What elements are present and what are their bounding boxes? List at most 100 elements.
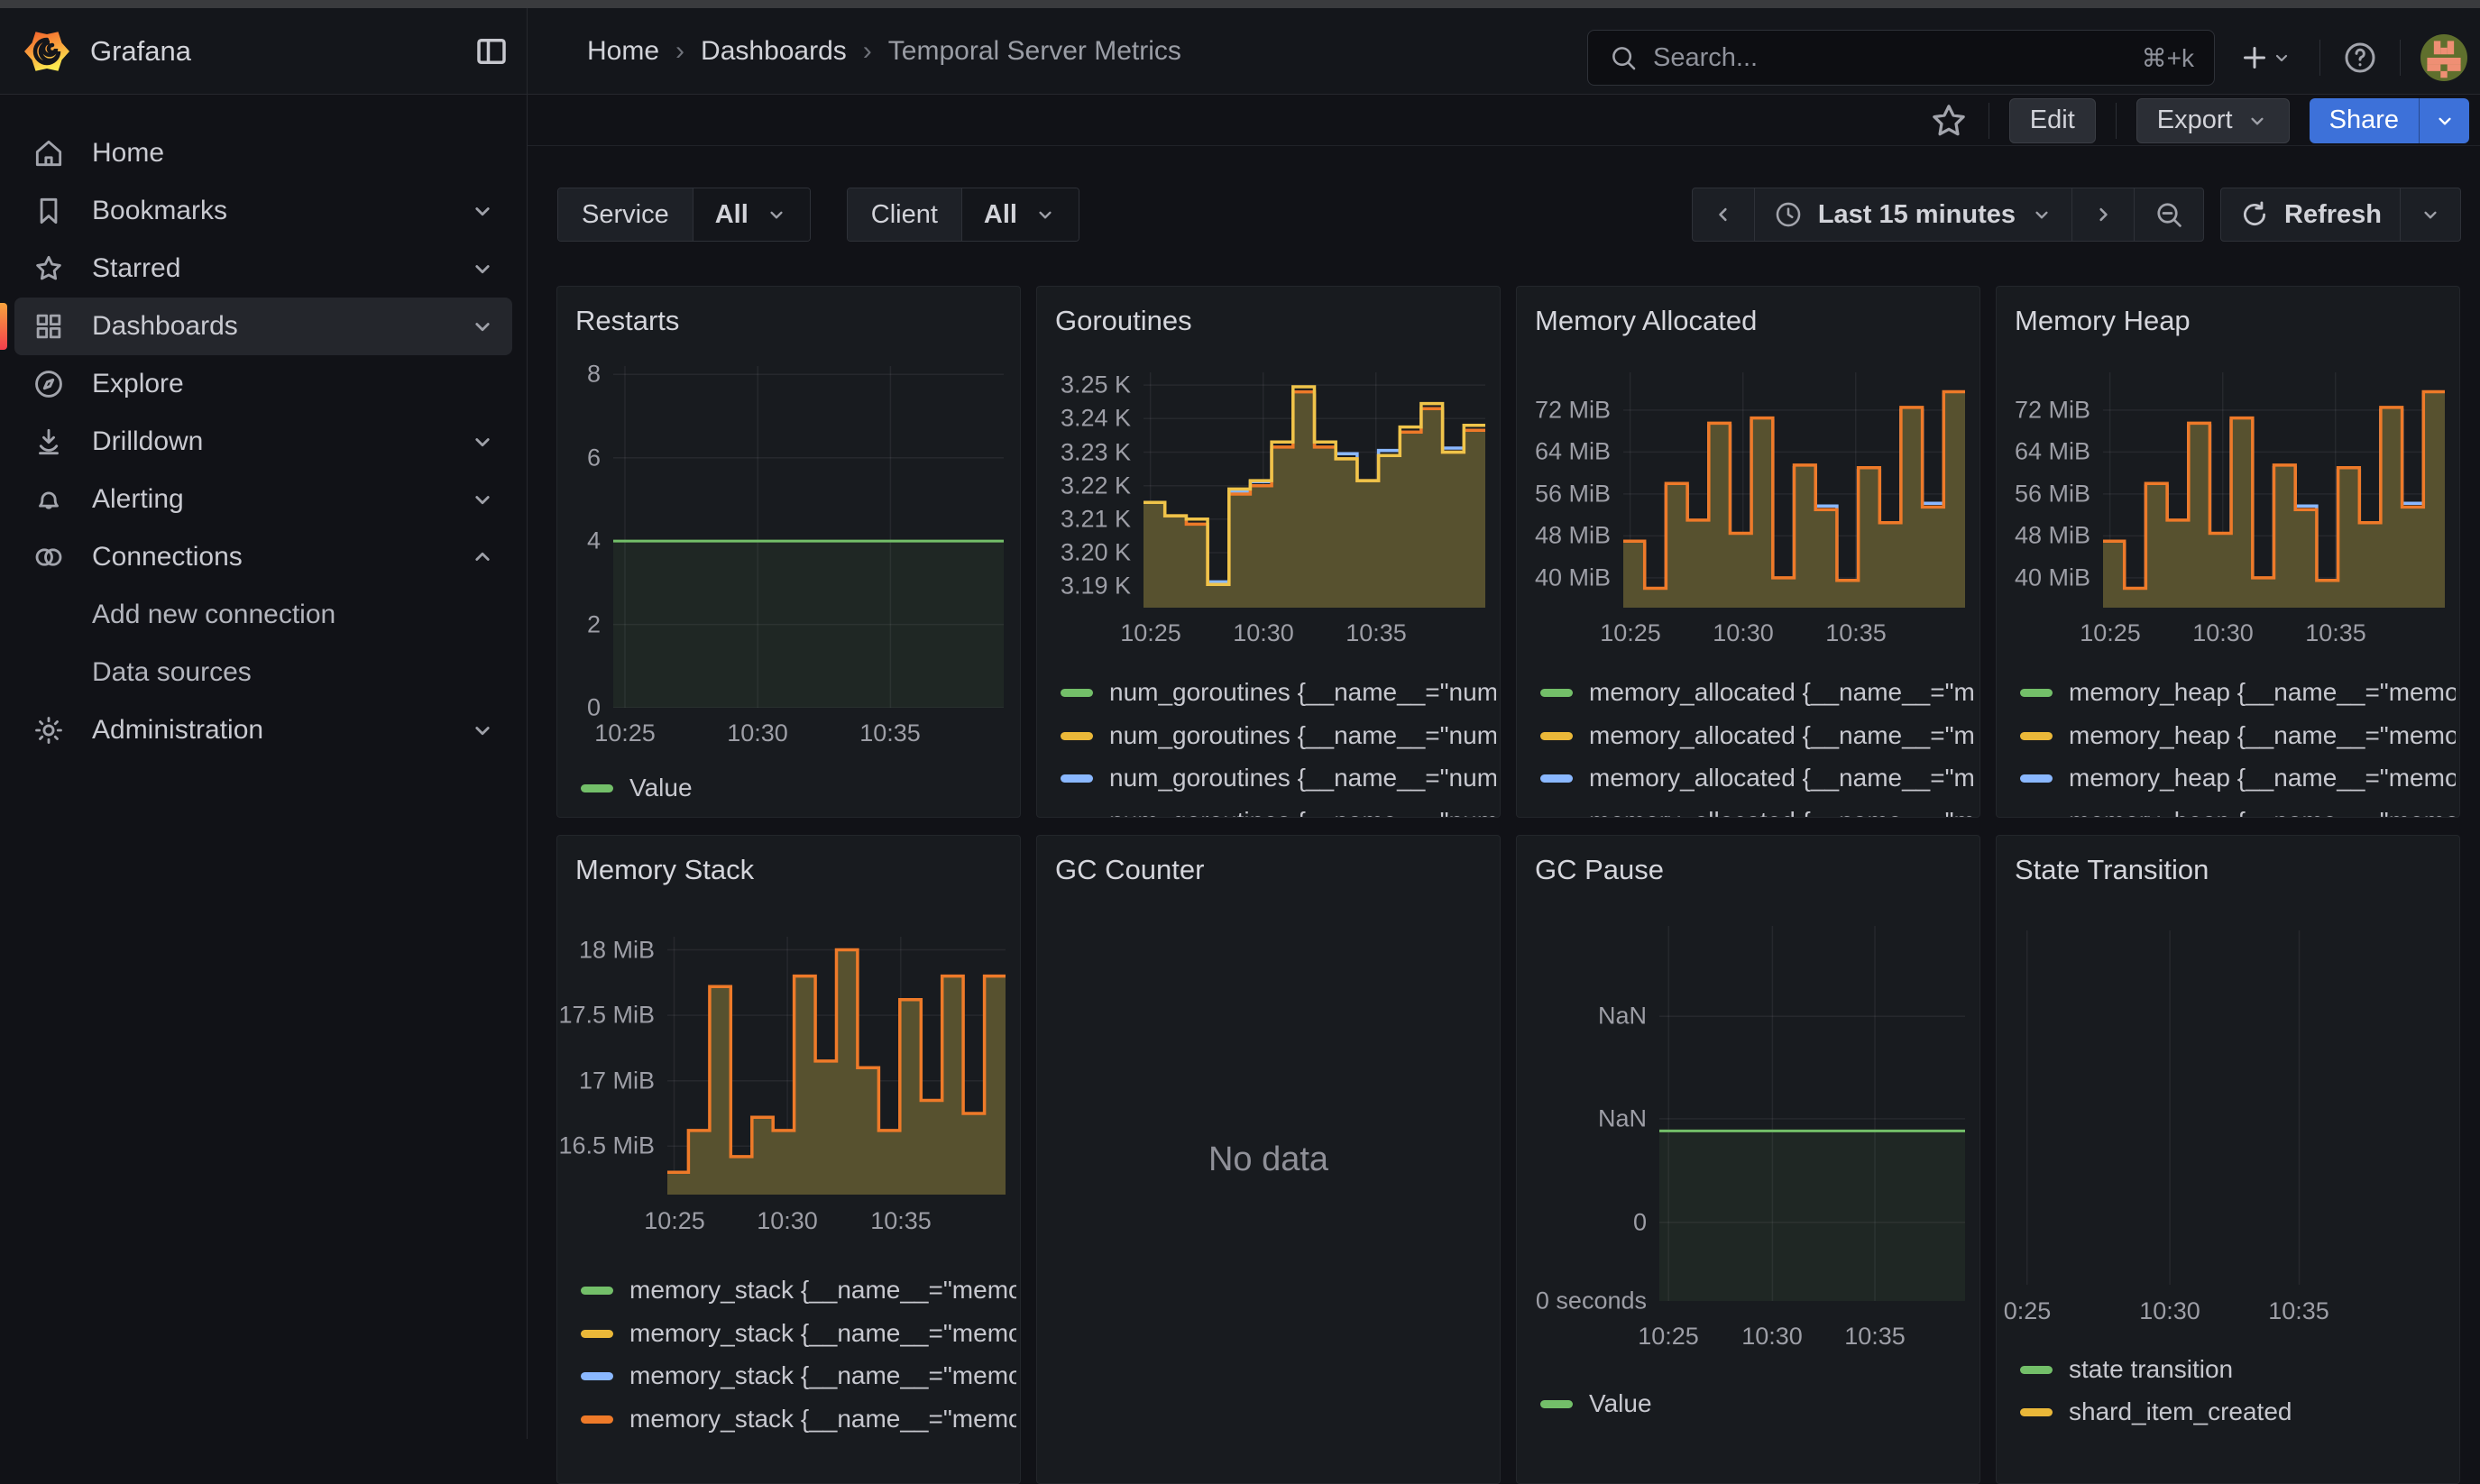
y-axis-label: 64 MiB <box>1517 438 1611 466</box>
legend-color-dash <box>1540 818 1573 819</box>
sidebar-item-label: Bookmarks <box>92 196 227 226</box>
legend-label: num_goroutines {__name__="num_go <box>1109 678 1496 707</box>
breadcrumb-current: Temporal Server Metrics <box>888 36 1181 67</box>
time-back-button[interactable] <box>1692 188 1755 242</box>
x-axis-label: 10:30 <box>757 1207 818 1235</box>
legend-color-dash <box>2020 774 2053 783</box>
avatar-image <box>2420 34 2467 81</box>
zoom-out-icon <box>2153 198 2185 231</box>
search-input[interactable] <box>1653 43 2127 73</box>
panel-gc-pause: GC PauseNaNNaN00 seconds10:2510:3010:35V… <box>1516 835 1980 1484</box>
sidebar-item-alerting[interactable]: Alerting <box>14 471 512 528</box>
export-button[interactable]: Export <box>2136 98 2290 143</box>
help-button[interactable] <box>2340 38 2380 78</box>
legend-item[interactable]: memory_allocated {__name__="memo <box>1540 718 1976 754</box>
x-axis-label: 10:30 <box>1233 619 1294 647</box>
sidebar-item-label: Connections <box>92 542 243 573</box>
sidebar-item-data-sources[interactable]: Data sources <box>14 644 512 701</box>
sidebar-item-connections[interactable]: Connections <box>14 528 512 586</box>
time-controls: Last 15 minutes Refresh <box>1692 188 2461 242</box>
share-button[interactable]: Share <box>2310 98 2419 143</box>
chart-plot-area[interactable] <box>2002 930 2456 1285</box>
chart-plot-area[interactable] <box>1623 372 1965 608</box>
breadcrumb-dashboards[interactable]: Dashboards <box>701 36 847 67</box>
legend-color-dash <box>581 1415 613 1424</box>
top-nav: Grafana Home › Dashboards › Temporal Ser… <box>0 8 2480 95</box>
legend-item[interactable]: Value <box>581 770 1016 806</box>
panel-title: State Transition <box>2015 854 2209 886</box>
avatar[interactable] <box>2420 34 2467 81</box>
favorite-star-icon[interactable] <box>1929 101 1969 141</box>
compass-icon <box>31 366 67 402</box>
sidebar-item-home[interactable]: Home <box>14 124 512 182</box>
sidebar-item-administration[interactable]: Administration <box>14 701 512 759</box>
legend-item[interactable]: memory_heap {__name__="memory_h <box>2020 674 2456 710</box>
legend-label: num_goroutines {__name__="num_go <box>1109 764 1496 792</box>
legend-item[interactable]: memory_allocated {__name__="memo <box>1540 674 1976 710</box>
sidebar-item-label: Add new connection <box>92 600 335 630</box>
sidebar-item-dashboards[interactable]: Dashboards <box>14 298 512 355</box>
refresh-button[interactable]: Refresh <box>2220 188 2401 242</box>
y-axis-label: 0 seconds <box>1517 1287 1647 1315</box>
chevron-right-icon <box>2090 202 2116 227</box>
x-axis-label: 10:25 <box>1120 619 1181 647</box>
chart-plot-area[interactable] <box>2103 372 2445 608</box>
legend-label: shard_item_created <box>2069 1397 2292 1426</box>
x-axis-label: 10:25 <box>1638 1323 1699 1351</box>
legend-item[interactable]: num_goroutines {__name__="num_go <box>1061 803 1496 818</box>
sidebar-item-explore[interactable]: Explore <box>14 355 512 413</box>
legend-item[interactable]: memory_heap {__name__="memory_h <box>2020 803 2456 818</box>
legend-item[interactable]: shard_item_created <box>2020 1394 2456 1430</box>
legend-color-dash <box>1540 774 1573 783</box>
search-box[interactable]: ⌘+k <box>1587 30 2215 86</box>
sidebar-item-starred[interactable]: Starred <box>14 240 512 298</box>
legend-item[interactable]: memory_stack {__name__="memory_s <box>581 1358 1016 1394</box>
client-filter-value[interactable]: All <box>962 188 1079 241</box>
share-options-button[interactable] <box>2419 98 2469 143</box>
legend-item[interactable]: memory_stack {__name__="memory_s <box>581 1272 1016 1308</box>
y-axis-label: 18 MiB <box>557 936 655 964</box>
time-forward-button[interactable] <box>2071 188 2135 242</box>
chart-plot-area[interactable] <box>1144 372 1485 608</box>
chart-plot-area[interactable] <box>613 366 1004 708</box>
chevron-down-icon <box>469 313 496 340</box>
chevron-down-icon <box>469 717 496 744</box>
legend-item[interactable]: num_goroutines {__name__="num_go <box>1061 718 1496 754</box>
chevron-down-icon <box>469 486 496 513</box>
edit-button[interactable]: Edit <box>2009 98 2096 143</box>
legend-item[interactable]: memory_allocated {__name__="memo <box>1540 760 1976 796</box>
chart-plot-area[interactable] <box>667 937 1006 1195</box>
legend-item[interactable]: memory_heap {__name__="memory_h <box>2020 718 2456 754</box>
add-button[interactable] <box>2231 38 2300 78</box>
sidebar-item-bookmarks[interactable]: Bookmarks <box>14 182 512 240</box>
sidebar-item-add-new-connection[interactable]: Add new connection <box>14 586 512 644</box>
legend-item[interactable]: Value <box>1540 1386 1976 1422</box>
chevron-down-icon <box>2246 109 2269 133</box>
sidebar-toggle-icon[interactable] <box>473 32 510 70</box>
breadcrumb-home[interactable]: Home <box>587 36 659 67</box>
chart-plot-area[interactable] <box>1659 926 1965 1301</box>
service-filter-value[interactable]: All <box>693 188 810 241</box>
grafana-logo-icon[interactable] <box>23 28 70 75</box>
gear-icon <box>31 712 67 748</box>
legend-item[interactable]: memory_stack {__name__="memory_s <box>581 1315 1016 1351</box>
legend-item[interactable]: num_goroutines {__name__="num_go <box>1061 674 1496 710</box>
y-axis-label: 64 MiB <box>1997 438 2090 466</box>
legend-item[interactable]: memory_stack {__name__="memory_s <box>581 1401 1016 1437</box>
time-range-picker[interactable]: Last 15 minutes <box>1754 188 2072 242</box>
zoom-out-button[interactable] <box>2134 188 2204 242</box>
x-axis-label: 10:35 <box>1346 619 1407 647</box>
sidebar-item-label: Explore <box>92 369 184 399</box>
legend-item[interactable]: memory_heap {__name__="memory_h <box>2020 760 2456 796</box>
sidebar-item-drilldown[interactable]: Drilldown <box>14 413 512 471</box>
x-axis-label: 0:25 <box>2004 1297 2052 1325</box>
legend-item[interactable]: memory_allocated {__name__="memo <box>1540 803 1976 818</box>
refresh-interval-button[interactable] <box>2400 188 2461 242</box>
legend-color-dash <box>1540 1400 1573 1408</box>
y-axis-label: 56 MiB <box>1517 480 1611 508</box>
legend-item[interactable]: num_goroutines {__name__="num_go <box>1061 760 1496 796</box>
legend-item[interactable]: state transition <box>2020 1351 2456 1388</box>
chevron-up-icon <box>469 544 496 571</box>
clock-icon <box>1773 199 1804 230</box>
divider <box>2116 103 2117 139</box>
